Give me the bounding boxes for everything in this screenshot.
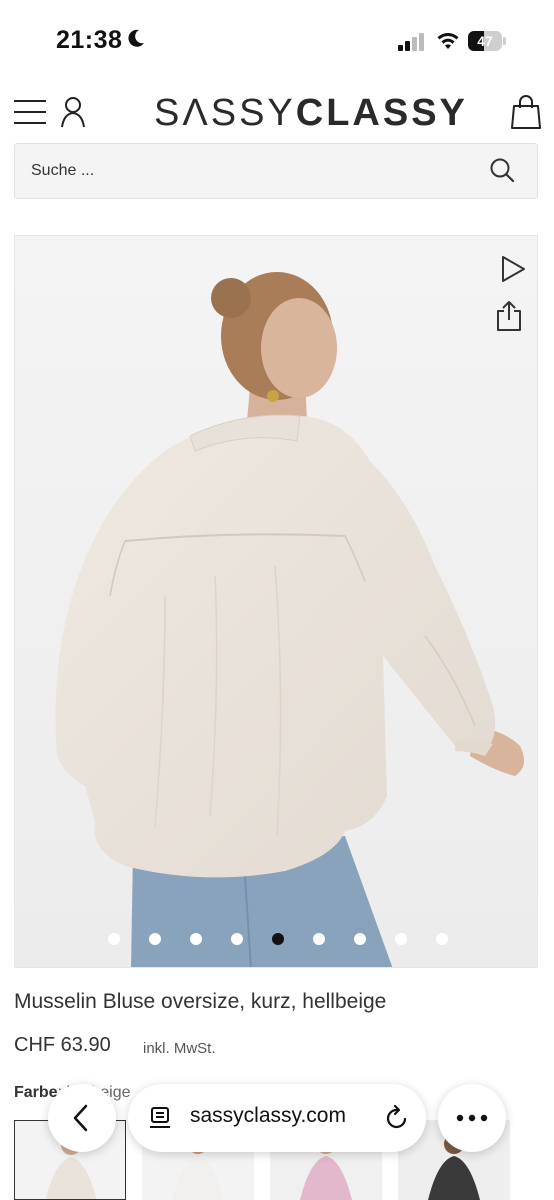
moon-icon <box>128 29 144 47</box>
status-time: 21:38 <box>56 26 123 54</box>
gallery-dot[interactable] <box>354 933 366 945</box>
gallery-dot[interactable] <box>231 933 243 945</box>
search-input[interactable] <box>31 144 471 198</box>
product-price: CHF 63.90 <box>14 1034 111 1056</box>
reload-icon[interactable] <box>384 1104 410 1132</box>
play-icon[interactable] <box>497 254 527 284</box>
wifi-icon <box>437 33 459 49</box>
gallery-pagination <box>15 931 537 947</box>
shopping-bag-icon[interactable] <box>510 94 542 130</box>
gallery-dot[interactable] <box>272 933 284 945</box>
product-title: Musselin Bluse oversize, kurz, hellbeige <box>14 990 387 1013</box>
site-logo[interactable]: SΛSSYCLASSY <box>154 92 468 135</box>
reader-icon[interactable] <box>148 1106 172 1130</box>
menu-icon[interactable] <box>14 98 46 126</box>
gallery-dot[interactable] <box>108 933 120 945</box>
logo-part1: SΛSSY <box>154 92 296 134</box>
search-icon[interactable] <box>489 157 515 183</box>
more-icon <box>456 1114 488 1122</box>
cellular-signal-icon <box>398 33 424 51</box>
browser-back-button[interactable] <box>48 1084 116 1152</box>
gallery-dot[interactable] <box>190 933 202 945</box>
user-icon[interactable] <box>60 96 86 128</box>
logo-part2: CLASSY <box>295 92 468 134</box>
browser-more-button[interactable] <box>438 1084 506 1152</box>
gallery-dot[interactable] <box>395 933 407 945</box>
search-bar <box>14 143 538 199</box>
gallery-dot[interactable] <box>436 933 448 945</box>
product-image-gallery[interactable] <box>14 235 538 968</box>
back-icon <box>73 1104 88 1132</box>
status-bar: 21:38 47 <box>0 0 554 84</box>
gallery-dot[interactable] <box>313 933 325 945</box>
product-photo <box>15 236 537 967</box>
gallery-dot[interactable] <box>149 933 161 945</box>
browser-url: sassyclassy.com <box>190 1104 346 1127</box>
tax-note: inkl. MwSt. <box>143 1040 216 1057</box>
browser-url-bar[interactable]: sassyclassy.com <box>128 1084 426 1152</box>
battery-icon: 47 <box>468 31 508 51</box>
site-header: SΛSSYCLASSY <box>0 90 554 140</box>
share-icon[interactable] <box>495 300 523 332</box>
battery-level: 47 <box>477 33 493 49</box>
